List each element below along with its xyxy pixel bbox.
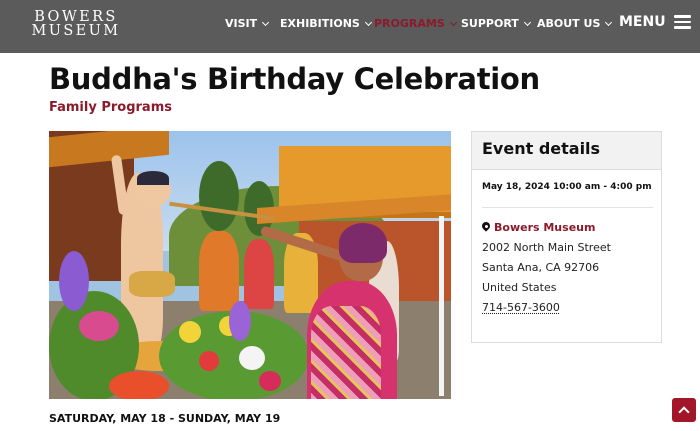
event-photo xyxy=(49,131,451,399)
nav-visit-label: VISIT xyxy=(225,17,258,30)
venue-name: Bowers Museum xyxy=(494,221,596,234)
event-datetime: May 18, 2024 10:00 am - 4:00 pm xyxy=(482,182,652,192)
nav-programs[interactable]: PROGRAMS xyxy=(374,17,457,30)
venue-link[interactable]: Bowers Museum xyxy=(482,221,595,234)
chevron-down-icon xyxy=(364,18,372,26)
divider xyxy=(482,207,653,208)
bowers-museum-logo[interactable]: BOWERS MUSEUM xyxy=(30,9,122,39)
nav-support[interactable]: SUPPORT xyxy=(461,17,531,30)
nav-visit[interactable]: VISIT xyxy=(225,17,270,30)
nav-exhibitions[interactable]: EXHIBITIONS xyxy=(280,17,372,30)
menu-button[interactable]: MENU xyxy=(619,14,691,30)
nav-about-us[interactable]: ABOUT US xyxy=(537,17,613,30)
chevron-down-icon xyxy=(449,18,457,26)
phone-link[interactable]: 714-567-3600 xyxy=(482,301,560,314)
chevron-down-icon xyxy=(605,18,613,26)
chevron-down-icon xyxy=(262,18,270,26)
logo-line-1: BOWERS xyxy=(34,9,118,25)
nav-programs-label: PROGRAMS xyxy=(374,17,445,30)
page-title: Buddha's Birthday Celebration xyxy=(49,62,540,96)
event-details-card: Event details May 18, 2024 10:00 am - 4:… xyxy=(471,131,662,343)
nav-about-us-label: ABOUT US xyxy=(537,17,601,30)
logo-line-2: MUSEUM xyxy=(31,23,121,39)
event-date-range: SATURDAY, MAY 18 - SUNDAY, MAY 19 xyxy=(49,412,281,425)
hamburger-icon xyxy=(673,15,691,29)
nav-exhibitions-label: EXHIBITIONS xyxy=(280,17,360,30)
address-city: Santa Ana, CA 92706 xyxy=(482,261,600,274)
event-category-link[interactable]: Family Programs xyxy=(49,100,172,115)
event-details-heading: Event details xyxy=(472,132,661,170)
address-country: United States xyxy=(482,281,557,294)
site-header: BOWERS MUSEUM VISIT EXHIBITIONS PROGRAMS… xyxy=(0,0,700,53)
address-street: 2002 North Main Street xyxy=(482,241,611,254)
nav-support-label: SUPPORT xyxy=(461,17,519,30)
map-pin-icon xyxy=(482,222,490,233)
back-to-top-button[interactable] xyxy=(672,398,696,422)
menu-label: MENU xyxy=(619,14,666,30)
chevron-down-icon xyxy=(523,18,531,26)
